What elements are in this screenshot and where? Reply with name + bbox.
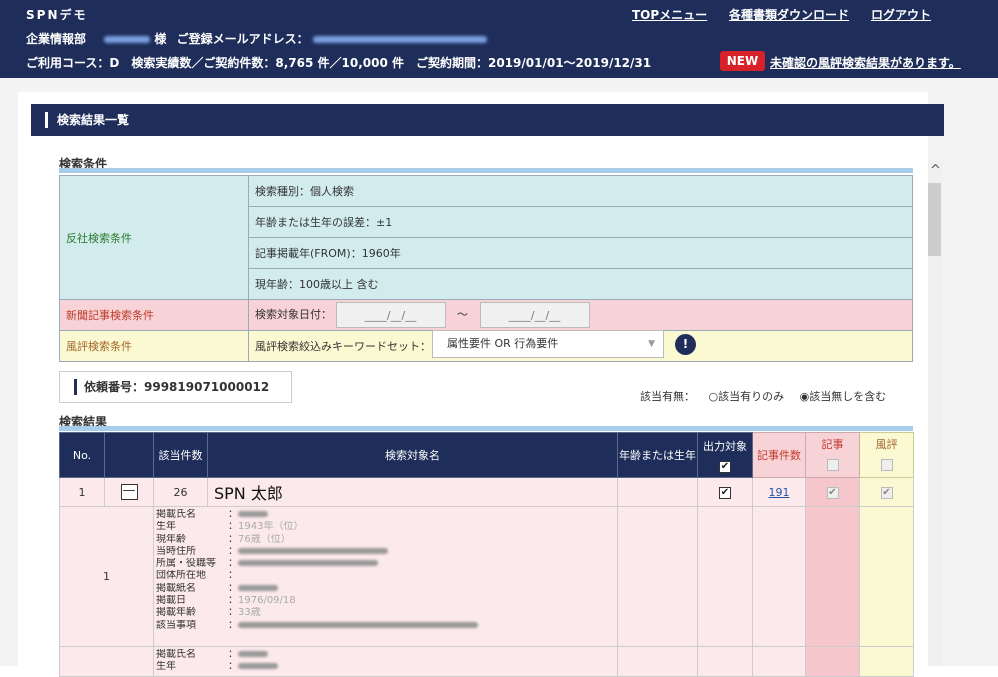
- keyword-set-value: 属性要件 OR 行為要件: [447, 337, 559, 350]
- email-value-redacted: [312, 36, 487, 43]
- info-icon[interactable]: !: [675, 334, 696, 355]
- row-output-checkbox[interactable]: ✔: [719, 487, 731, 499]
- reputation-condition-label: 風評検索条件: [59, 330, 249, 362]
- detail-output: [697, 506, 753, 647]
- detail-line: 該当事項：: [156, 620, 617, 632]
- redacted-name: [104, 36, 151, 43]
- fuhyo-all-checkbox[interactable]: [880, 459, 893, 471]
- detail-line: 所属・役職等：: [156, 558, 617, 570]
- detail-line: 当時住所：: [156, 546, 617, 558]
- date-to-input[interactable]: ____/__/__: [479, 302, 590, 328]
- request-number: 依頼番号：999819071000012: [59, 371, 292, 403]
- header-bar: SPNデモ TOPメニュー 各種書類ダウンロード ログアウト 企業情報部 様 ご…: [0, 0, 998, 78]
- detail-line: 生年 ：1943年（位）: [156, 521, 304, 533]
- anti-social-label: 反社検索条件: [59, 175, 249, 300]
- course-line: ご利用コース：D 検索実績数／ご契約件数：8,765 件／10,000 件 ご契…: [26, 56, 652, 70]
- detail-line: 掲載日 ：1976/09/18: [156, 595, 296, 607]
- table-row: 1 — 26 SPN 太郎 ✔ 191 ✔ ✔: [59, 477, 914, 507]
- row-output-cell: ✔: [697, 477, 753, 507]
- new-badge: NEW: [720, 51, 765, 71]
- match-filter: 該当有無： ○該当有りのみ ◉該当無しを含む: [640, 388, 886, 404]
- detail-fuhyo: [859, 506, 914, 647]
- col-output-label: 出力対象: [703, 439, 747, 453]
- keyword-label: 風評検索絞込みキーワードセット：: [255, 340, 431, 353]
- detail-no: 1: [59, 506, 154, 647]
- logout-link[interactable]: ログアウト: [871, 6, 931, 23]
- news-date-label: 検索対象日付：: [255, 308, 332, 321]
- downloads-link[interactable]: 各種書類ダウンロード: [729, 6, 849, 23]
- col-fuhyo: 風評: [859, 432, 914, 478]
- detail-age: [617, 506, 698, 647]
- detail-line: 生年：: [156, 661, 617, 673]
- detail-articles: [752, 506, 806, 647]
- col-name: 検索対象名: [207, 432, 618, 478]
- app-title: SPNデモ: [26, 8, 88, 22]
- scrollbar-thumb[interactable]: [928, 183, 941, 256]
- detail-row: 掲載氏名： 生年：: [59, 646, 914, 677]
- email-label: ご登録メールアドレス：: [176, 32, 309, 46]
- radio-include-unmatched[interactable]: ◉該当無しを含む: [800, 390, 887, 403]
- date-tilde: ～: [457, 308, 468, 321]
- results-header-row: No. 該当件数 検索対象名 年齢または生年 出力対象 ✔ 記事件数 記事 風評: [59, 432, 914, 478]
- search-type-row: 検索種別：個人検索: [248, 175, 913, 207]
- unconfirmed-notice-link[interactable]: 未確認の風評検索結果があります。: [770, 54, 961, 71]
- date-from-input[interactable]: ____/__/__: [335, 302, 446, 328]
- col-output: 出力対象 ✔: [697, 432, 753, 478]
- row-fuhyo-checkbox[interactable]: ✔: [880, 487, 893, 499]
- row-toggle-cell: —: [104, 477, 154, 507]
- col-kiji-label: 記事: [821, 438, 844, 451]
- chevron-up-icon[interactable]: ^: [928, 160, 943, 182]
- row-fuhyo-cell: ✔: [859, 477, 914, 507]
- detail-kiji: [805, 506, 860, 647]
- keyword-set-select[interactable]: 属性要件 OR 行為要件 ▼: [432, 330, 664, 358]
- chevron-down-icon: ▼: [648, 339, 655, 349]
- article-year-row: 記事掲載年(FROM)：1960年: [248, 237, 913, 269]
- collapse-button[interactable]: —: [120, 484, 138, 500]
- age-error-row: 年齢または生年の誤差：±1: [248, 206, 913, 238]
- detail-line: 団体所在地：: [156, 570, 238, 582]
- detail-block: 掲載氏名： 生年 ：1943年（位） 現年齢 ：76歳（位） 当時住所： 所属・役職…: [153, 506, 618, 647]
- filter-label: 該当有無：: [640, 390, 695, 403]
- name-suffix: 様: [154, 32, 167, 46]
- news-condition-label: 新聞記事検索条件: [59, 299, 249, 331]
- results-heading-bar: [59, 426, 913, 431]
- top-menu-link[interactable]: TOPメニュー: [632, 6, 707, 23]
- detail-line: 掲載氏名：: [156, 509, 617, 521]
- news-date-cell: 検索対象日付： ____/__/__ ～ ____/__/__: [248, 299, 913, 331]
- user-line: 企業情報部 様 ご登録メールアドレス：: [26, 30, 487, 47]
- kiji-all-checkbox[interactable]: [826, 459, 839, 471]
- col-toggle: [104, 432, 154, 478]
- detail-line: 掲載氏名：: [156, 649, 617, 661]
- detail-row: 1 掲載氏名： 生年 ：1943年（位） 現年齢 ：76歳（位） 当時住所： 所属・…: [59, 506, 914, 647]
- detail-block: 掲載氏名： 生年：: [153, 646, 618, 677]
- output-all-checkbox[interactable]: ✔: [719, 460, 731, 473]
- radio-matched-only[interactable]: ○該当有りのみ: [709, 390, 785, 403]
- detail-line: 掲載年齢 ：33歳: [156, 607, 261, 619]
- row-kiji-cell: ✔: [805, 477, 860, 507]
- row-name: SPN 太郎: [207, 477, 618, 507]
- col-articles: 記事件数: [752, 432, 806, 478]
- row-no: 1: [59, 477, 105, 507]
- col-fuhyo-label: 風評: [875, 438, 898, 451]
- detail-line: 現年齢 ：76歳（位）: [156, 533, 291, 545]
- row-articles-cell: 191: [752, 477, 806, 507]
- conditions-heading-bar: [59, 168, 913, 173]
- current-age-row: 現年齢：100歳以上 含む: [248, 268, 913, 300]
- col-kiji: 記事: [805, 432, 860, 478]
- panel-title: 検索結果一覧: [31, 104, 944, 136]
- results-table: No. 該当件数 検索対象名 年齢または生年 出力対象 ✔ 記事件数 記事 風評…: [59, 432, 914, 677]
- col-count: 該当件数: [153, 432, 208, 478]
- row-age: [617, 477, 698, 507]
- row-articles-link[interactable]: 191: [769, 486, 790, 499]
- col-age: 年齢または生年: [617, 432, 698, 478]
- company-label: 企業情報部: [26, 32, 87, 46]
- row-count: 26: [153, 477, 208, 507]
- col-no: No.: [59, 432, 105, 478]
- row-kiji-checkbox[interactable]: ✔: [826, 487, 839, 499]
- detail-line: 掲載紙名：: [156, 583, 617, 595]
